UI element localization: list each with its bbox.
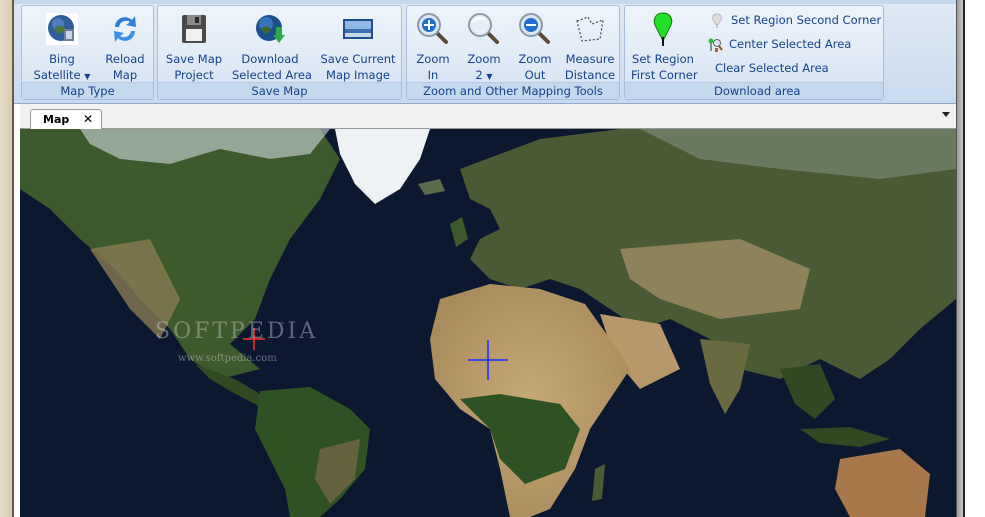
zoom-level-button[interactable]: Zoom 2 ▼ bbox=[462, 9, 506, 85]
reload-map-label-1: Reload bbox=[105, 52, 145, 66]
group-label-save-map: Save Map bbox=[158, 82, 401, 99]
group-download-area: Set Region First Corner Set Region Secon… bbox=[624, 5, 884, 100]
save-current-map-image-label-1: Save Current bbox=[320, 52, 396, 66]
zoom-out-icon bbox=[517, 11, 553, 47]
group-label-download-area: Download area bbox=[625, 82, 883, 99]
group-label-zoom-tools: Zoom and Other Mapping Tools bbox=[407, 82, 619, 99]
download-selected-area-button[interactable]: Download Selected Area bbox=[232, 9, 312, 83]
center-selected-area-button[interactable]: Center Selected Area bbox=[707, 36, 851, 53]
zoom-in-button[interactable]: Zoom In bbox=[411, 9, 455, 83]
group-save-map: Save Map Project Download Selected Area bbox=[157, 5, 402, 100]
floppy-disk-icon bbox=[176, 11, 212, 47]
map-view[interactable]: SOFTPEDIA ™ www.softpedia.com bbox=[20, 129, 956, 517]
ribbon-tabstrip bbox=[14, 0, 956, 4]
center-area-icon bbox=[707, 37, 723, 53]
center-selected-area-label: Center Selected Area bbox=[729, 37, 852, 51]
dropdown-arrow-icon: ▼ bbox=[486, 72, 493, 81]
zoom-in-icon bbox=[415, 11, 451, 47]
set-region-second-corner-button[interactable]: Set Region Second Corner bbox=[709, 12, 881, 29]
reload-map-label-2: Map bbox=[112, 68, 138, 82]
set-region-first-corner-label-1: Set Region bbox=[632, 52, 694, 66]
globe-download-icon bbox=[252, 11, 288, 47]
set-region-first-corner-button[interactable]: Set Region First Corner bbox=[631, 9, 698, 83]
zoom-level-icon bbox=[466, 11, 502, 47]
measure-distance-label-2: Distance bbox=[564, 68, 616, 82]
group-map-type: Bing Satellite ▼ Reload Map Map Type bbox=[21, 5, 154, 100]
save-map-project-button[interactable]: Save Map Project bbox=[164, 9, 224, 83]
watermark-logo: SOFTPEDIA bbox=[155, 319, 319, 344]
group-zoom-tools: Zoom In Zoom 2 ▼ Zoom Out Measure Distan… bbox=[406, 5, 620, 100]
ribbon: Bing Satellite ▼ Reload Map Map Type Sav… bbox=[14, 0, 956, 104]
bing-satellite-label-1: Bing bbox=[49, 52, 75, 66]
watermark-trademark: ™ bbox=[278, 321, 285, 329]
gray-pin-icon bbox=[709, 13, 725, 29]
measure-polygon-icon bbox=[572, 11, 608, 47]
tab-list-dropdown-icon[interactable] bbox=[942, 112, 950, 117]
tab-map[interactable]: Map ✕ bbox=[30, 109, 102, 129]
reload-map-button[interactable]: Reload Map bbox=[102, 9, 148, 83]
measure-distance-button[interactable]: Measure Distance bbox=[563, 9, 617, 83]
zoom-in-label-2: In bbox=[427, 68, 439, 82]
watermark-url: www.softpedia.com bbox=[178, 353, 277, 364]
zoom-out-label-2: Out bbox=[524, 68, 546, 82]
measure-distance-label-1: Measure bbox=[565, 52, 615, 66]
document-tabbar: Map ✕ bbox=[20, 104, 956, 129]
reload-arrows-icon bbox=[107, 11, 143, 47]
clear-selected-area-button[interactable]: Clear Selected Area bbox=[715, 60, 829, 76]
save-current-map-image-button[interactable]: Save Current Map Image bbox=[320, 9, 396, 83]
map-image-icon bbox=[340, 11, 376, 47]
dropdown-arrow-icon: ▼ bbox=[84, 72, 91, 81]
clear-selected-area-label: Clear Selected Area bbox=[715, 61, 829, 75]
bing-satellite-button[interactable]: Bing Satellite ▼ bbox=[32, 9, 92, 85]
green-pin-icon bbox=[645, 11, 681, 47]
close-icon[interactable]: ✕ bbox=[83, 110, 93, 129]
window-frame-right-edge bbox=[963, 0, 965, 517]
zoom-out-label-1: Zoom bbox=[518, 52, 552, 66]
zoom-in-label-1: Zoom bbox=[416, 52, 450, 66]
zoom-out-button[interactable]: Zoom Out bbox=[513, 9, 557, 83]
set-region-second-corner-label: Set Region Second Corner bbox=[731, 13, 882, 27]
download-selected-area-label-2: Selected Area bbox=[232, 68, 312, 82]
save-map-project-label-2: Project bbox=[174, 68, 214, 82]
download-selected-area-label-1: Download bbox=[241, 52, 299, 66]
tab-map-label: Map bbox=[43, 113, 70, 126]
group-label-map-type: Map Type bbox=[22, 82, 153, 99]
save-current-map-image-label-2: Map Image bbox=[326, 68, 390, 82]
zoom-level-label-1: Zoom bbox=[467, 52, 501, 66]
set-region-first-corner-label-2: First Corner bbox=[631, 68, 698, 82]
globe-satellite-icon bbox=[44, 11, 80, 47]
save-map-project-label-1: Save Map bbox=[165, 52, 223, 66]
